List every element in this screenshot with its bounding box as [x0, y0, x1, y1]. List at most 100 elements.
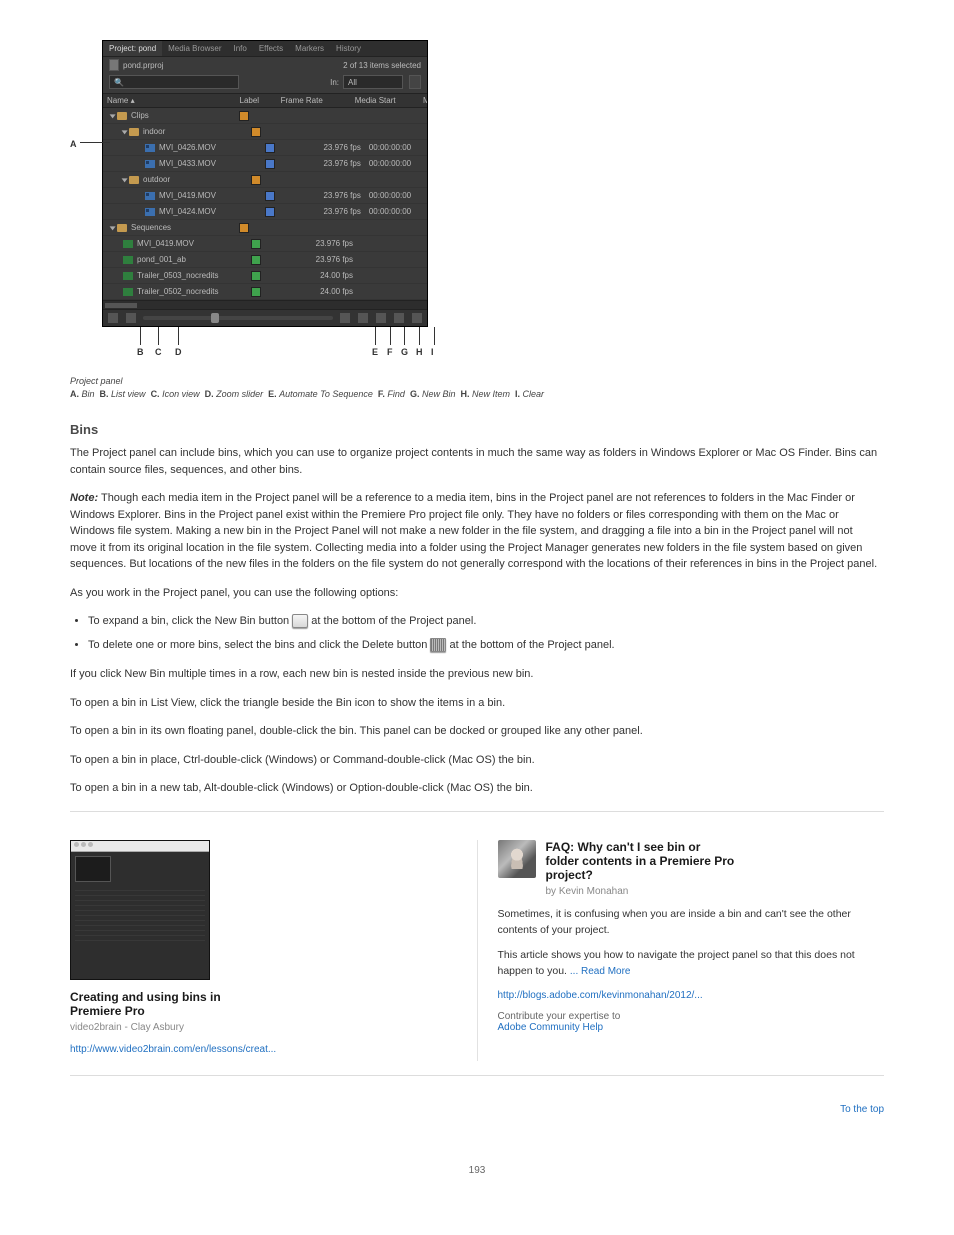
card-divider — [477, 840, 478, 1061]
faq-para-1: Sometimes, it is confusing when you are … — [498, 907, 885, 939]
icon-view-button[interactable] — [125, 312, 137, 324]
in-dropdown[interactable]: All — [343, 75, 403, 89]
row-name: Clips — [131, 111, 149, 120]
card-subtitle: video2brain - Clay Asbury — [70, 1022, 457, 1033]
column-header[interactable]: Frame Rate — [277, 94, 351, 107]
clip-icon — [145, 144, 155, 152]
column-headers[interactable]: Name ▴LabelFrame RateMedia StartMe — [103, 93, 427, 108]
open-in-place: To open a bin in place, Ctrl-double-clic… — [70, 752, 880, 769]
clip-icon — [145, 160, 155, 168]
open-listview: To open a bin in List View, click the tr… — [70, 695, 880, 712]
frame-rate-cell: 24.00 fps — [285, 271, 361, 280]
tutorial-thumbnail — [70, 840, 210, 980]
new-bin-button[interactable] — [375, 312, 387, 324]
row-name: outdoor — [143, 175, 170, 184]
callout-letter-A: A — [70, 139, 77, 149]
sequence-row[interactable]: Trailer_0503_nocredits 24.00 fps — [103, 268, 427, 284]
horizontal-scrollbar[interactable] — [103, 300, 427, 309]
column-header[interactable]: Name ▴ — [103, 94, 236, 107]
author-avatar — [498, 840, 536, 878]
row-name: Trailer_0503_nocredits — [137, 271, 219, 280]
project-panel: Project: pondMedia BrowserInfoEffectsMar… — [102, 40, 428, 327]
label-swatch[interactable] — [265, 159, 275, 169]
label-swatch[interactable] — [251, 175, 261, 185]
sequence-row[interactable]: pond_001_ab23.976 fps — [103, 252, 427, 268]
bin-row[interactable]: Sequences — [103, 220, 427, 236]
label-swatch[interactable] — [251, 239, 261, 249]
contrib-line: Contribute your expertise to Adobe Commu… — [498, 1011, 885, 1033]
clip-row[interactable]: MVI_0424.MOV23.976 fps00:00:00:00 — [103, 204, 427, 220]
disclosure-triangle-icon[interactable] — [122, 130, 128, 134]
faq-url[interactable]: http://blogs.adobe.com/kevinmonahan/2012… — [498, 990, 703, 1001]
callout-line — [419, 327, 420, 345]
list-view-button[interactable] — [107, 312, 119, 324]
frame-rate-cell: 23.976 fps — [285, 255, 361, 264]
label-swatch[interactable] — [251, 127, 261, 137]
bin-row[interactable]: Clips — [103, 108, 427, 124]
to-top-link[interactable]: To the top — [840, 1104, 884, 1115]
clip-row[interactable]: MVI_0433.MOV23.976 fps00:00:00:00 — [103, 156, 427, 172]
media-start-cell: 00:00:00:00 — [369, 191, 427, 200]
bin-row[interactable]: indoor — [103, 124, 427, 140]
label-swatch[interactable] — [251, 255, 261, 265]
card-title: Creating and using bins in Premiere Pro — [70, 990, 457, 1018]
automate-to-sequence-button[interactable] — [339, 312, 351, 324]
card-link[interactable]: http://www.video2brain.com/en/lessons/cr… — [70, 1044, 276, 1055]
label-swatch[interactable] — [265, 207, 275, 217]
panel-tab[interactable]: History — [330, 41, 367, 56]
clear-button[interactable] — [411, 312, 423, 324]
sequence-row[interactable]: Trailer_0502_nocredits24.00 fps — [103, 284, 427, 300]
panel-tab[interactable]: Project: pond — [103, 41, 162, 56]
panel-tab[interactable]: Media Browser — [162, 41, 227, 56]
zoom-slider[interactable] — [143, 316, 333, 320]
callout-letter-E: E — [372, 347, 378, 357]
disclosure-triangle-icon[interactable] — [110, 226, 116, 230]
disclosure-triangle-icon[interactable] — [110, 114, 116, 118]
in-dropdown-arrow[interactable] — [409, 75, 421, 89]
filter-search-input[interactable]: 🔍 — [109, 75, 239, 89]
label-swatch[interactable] — [265, 191, 275, 201]
new-item-button[interactable] — [393, 312, 405, 324]
bin-icon — [117, 112, 127, 120]
clip-row[interactable]: MVI_0426.MOV23.976 fps00:00:00:00 — [103, 140, 427, 156]
clip-icon — [145, 192, 155, 200]
bin-row[interactable]: outdoor — [103, 172, 427, 188]
selection-status: 2 of 13 items selected — [343, 61, 421, 70]
callout-letter-G: G — [401, 347, 408, 357]
panel-tab[interactable]: Markers — [289, 41, 330, 56]
row-name: MVI_0424.MOV — [159, 207, 216, 216]
sequence-row[interactable]: MVI_0419.MOV23.976 fps — [103, 236, 427, 252]
callout-letter-B: B — [137, 347, 144, 357]
option-delete-bin: To delete one or more bins, select the b… — [88, 637, 884, 655]
column-header[interactable]: Media Start — [351, 94, 419, 107]
row-name: MVI_0426.MOV — [159, 143, 216, 152]
read-more-link[interactable]: ... Read More — [570, 966, 631, 977]
clip-row[interactable]: MVI_0419.MOV23.976 fps00:00:00:00 — [103, 188, 427, 204]
label-swatch[interactable] — [251, 271, 261, 281]
contrib-link-1: http://blogs.adobe.com/kevinmonahan/2012… — [498, 990, 885, 1001]
community-help-link[interactable]: Adobe Community Help — [498, 1022, 604, 1033]
label-swatch[interactable] — [239, 223, 249, 233]
bin-icon — [117, 224, 127, 232]
project-file-row: pond.prproj — [109, 59, 163, 71]
column-header[interactable]: Me — [419, 94, 427, 107]
open-new-tab: To open a bin in a new tab, Alt-double-c… — [70, 780, 880, 797]
section-heading-bins: Bins — [70, 422, 884, 437]
panel-tab[interactable]: Effects — [253, 41, 289, 56]
label-swatch[interactable] — [265, 143, 275, 153]
in-label: In: — [330, 78, 339, 87]
callout-letter-I: I — [431, 347, 434, 357]
label-swatch[interactable] — [251, 287, 261, 297]
callout-line — [140, 327, 141, 345]
callout-letter-C: C — [155, 347, 162, 357]
frame-rate-cell: 23.976 fps — [297, 159, 369, 168]
find-button[interactable] — [357, 312, 369, 324]
note-text: Though each media item in the Project pa… — [70, 492, 877, 570]
card-faq: FAQ: Why can't I see bin or folder conte… — [498, 840, 885, 1061]
bin-icon — [129, 176, 139, 184]
disclosure-triangle-icon[interactable] — [122, 178, 128, 182]
panel-tabs: Project: pondMedia BrowserInfoEffectsMar… — [103, 41, 427, 57]
column-header[interactable]: Label — [236, 94, 277, 107]
panel-tab[interactable]: Info — [228, 41, 253, 56]
label-swatch[interactable] — [239, 111, 249, 121]
